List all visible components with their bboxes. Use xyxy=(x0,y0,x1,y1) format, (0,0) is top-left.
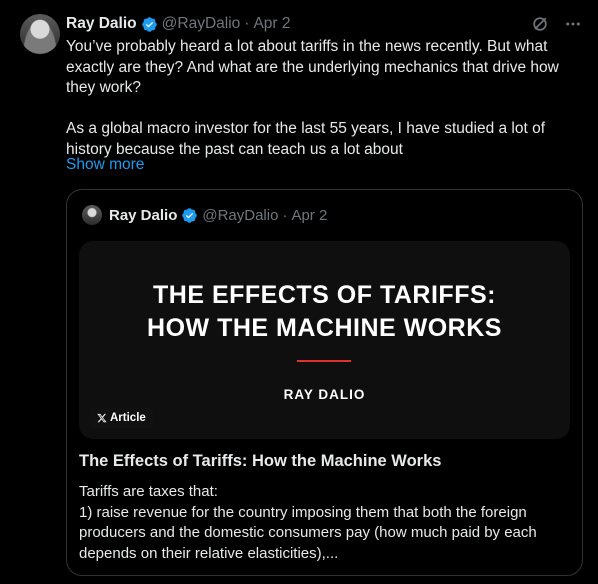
tweet-paragraph-1: You’ve probably heard a lot about tariff… xyxy=(66,38,559,96)
quote-author-avatar xyxy=(82,205,102,225)
article-cover-title-line-2: HOW THE MACHINE WORKS xyxy=(147,314,502,342)
article-excerpt: Tariffs are taxes that: 1) raise revenue… xyxy=(79,482,569,564)
verified-badge-icon xyxy=(182,207,198,223)
article-cover-author: RAY DALIO xyxy=(283,387,366,402)
grok-icon[interactable] xyxy=(530,14,550,34)
article-cover-title-line-1: THE EFFECTS OF TARIFFS: xyxy=(153,281,496,309)
quote-date: Apr 2 xyxy=(291,206,328,224)
meta-separator: · xyxy=(282,206,288,224)
quote-header: Ray Dalio @RayDalio · Apr 2 xyxy=(82,204,327,226)
tweet-date[interactable]: Apr 2 xyxy=(253,15,290,33)
x-logo-icon xyxy=(97,413,107,423)
more-options-icon[interactable] xyxy=(564,15,582,33)
article-cover-image[interactable]: THE EFFECTS OF TARIFFS: HOW THE MACHINE … xyxy=(79,241,570,439)
article-excerpt-line-2: 1) raise revenue for the country imposin… xyxy=(79,503,537,562)
article-badge-label: Article xyxy=(110,412,146,424)
article-title[interactable]: The Effects of Tariffs: How the Machine … xyxy=(79,452,441,471)
quote-author-handle: @RayDalio xyxy=(202,206,279,224)
author-avatar[interactable] xyxy=(20,14,60,54)
article-badge: Article xyxy=(90,408,153,428)
show-more-link[interactable]: Show more xyxy=(66,156,144,174)
tweet-actions-top xyxy=(530,14,582,34)
article-cover-title: THE EFFECTS OF TARIFFS: HOW THE MACHINE … xyxy=(79,279,570,345)
article-excerpt-line-1: Tariffs are taxes that: xyxy=(79,483,218,500)
meta-separator: · xyxy=(244,15,250,32)
tweet-header: Ray Dalio @RayDalio · Apr 2 xyxy=(66,13,291,35)
quoted-tweet[interactable]: Ray Dalio @RayDalio · Apr 2 THE EFFECTS … xyxy=(66,189,583,576)
verified-badge-icon xyxy=(141,16,157,32)
author-name[interactable]: Ray Dalio xyxy=(66,15,137,33)
article-cover-rule xyxy=(297,360,351,362)
quote-author-name: Ray Dalio xyxy=(109,206,178,224)
author-handle[interactable]: @RayDalio xyxy=(162,15,241,33)
tweet-text: You’ve probably heard a lot about tariff… xyxy=(66,37,581,160)
tweet: Ray Dalio @RayDalio · Apr 2 You’ve proba… xyxy=(0,0,598,584)
tweet-paragraph-2: As a global macro investor for the last … xyxy=(66,120,546,158)
